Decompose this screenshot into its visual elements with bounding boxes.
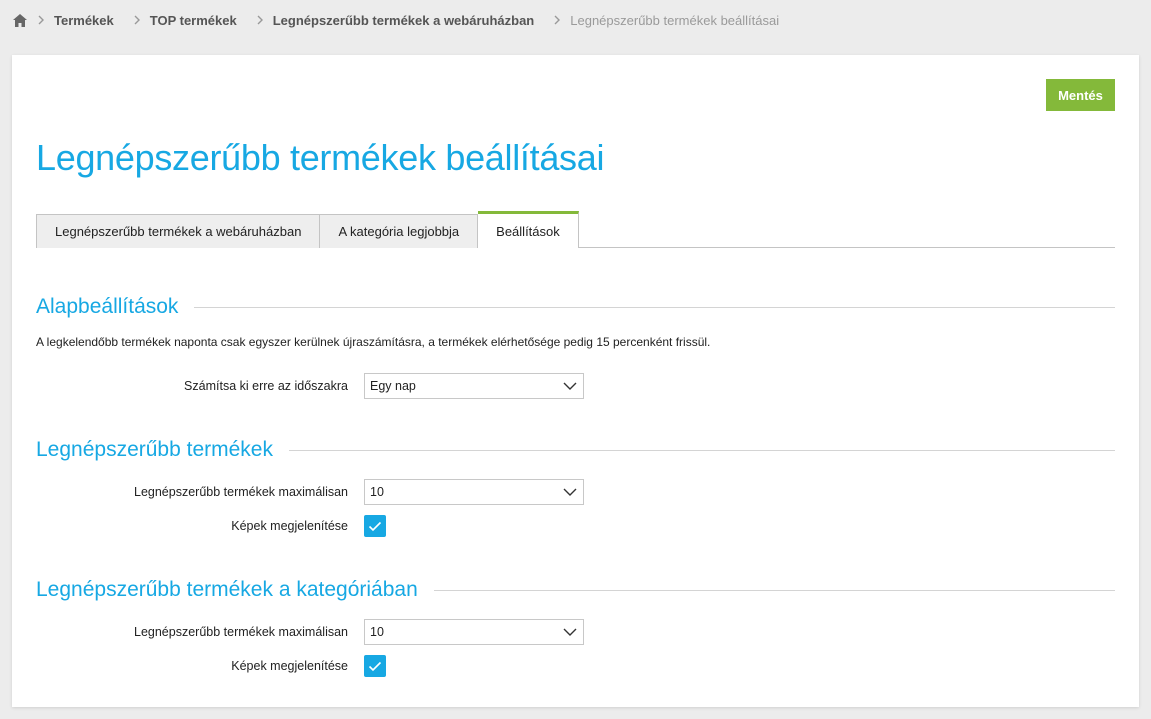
chevron-down-icon: [563, 485, 577, 499]
tab-popular-webshop[interactable]: Legnépszerűbb termékek a webáruházban: [36, 214, 321, 248]
chevron-right-icon: [247, 12, 273, 28]
category-images-label: Képek megjelenítése: [231, 659, 348, 673]
section-divider: [288, 449, 1115, 451]
popular-images-checkbox[interactable]: [364, 515, 386, 537]
section-divider: [194, 306, 1115, 308]
tab-settings[interactable]: Beállítások: [478, 211, 579, 248]
category-max-select[interactable]: 10: [364, 619, 584, 645]
breadcrumb-current: Legnépszerűbb termékek beállításai: [570, 12, 780, 28]
period-select-value: Egy nap: [370, 379, 416, 393]
category-max-row: Legnépszerűbb termékek maximálisan 10: [36, 619, 636, 645]
chevron-down-icon: [563, 625, 577, 639]
period-row: Számítsa ki erre az időszakra Egy nap: [36, 373, 636, 399]
home-icon[interactable]: [12, 12, 28, 28]
category-images-row: Képek megjelenítése: [36, 653, 636, 679]
period-label: Számítsa ki erre az időszakra: [184, 379, 348, 393]
tab-category-best[interactable]: A kategória legjobbja: [320, 214, 479, 248]
breadcrumb-link-products[interactable]: Termékek: [54, 13, 114, 28]
save-button[interactable]: Mentés: [1046, 79, 1115, 111]
chevron-right-icon: [124, 12, 150, 28]
period-select[interactable]: Egy nap: [364, 373, 584, 399]
section-category-title: Legnépszerűbb termékek a kategóriában: [36, 578, 418, 601]
info-note: A legkelendőbb termékek naponta csak egy…: [36, 335, 711, 349]
section-basic-header: Alapbeállítások: [36, 295, 1115, 319]
popular-max-select[interactable]: 10: [364, 479, 584, 505]
popular-max-row: Legnépszerűbb termékek maximálisan 10: [36, 479, 636, 505]
category-max-select-value: 10: [370, 625, 384, 639]
checkmark-icon: [368, 661, 382, 671]
breadcrumb-link-top-products[interactable]: TOP termékek: [150, 13, 237, 28]
popular-images-row: Képek megjelenítése: [36, 513, 636, 539]
chevron-down-icon: [563, 379, 577, 393]
section-divider: [433, 589, 1115, 591]
checkmark-icon: [368, 521, 382, 531]
section-popular-title: Legnépszerűbb termékek: [36, 438, 273, 461]
category-images-checkbox[interactable]: [364, 655, 386, 677]
breadcrumb: Termékek TOP termékek Legnépszerűbb term…: [12, 0, 779, 40]
chevron-right-icon: [544, 12, 570, 28]
tab-bar: Legnépszerűbb termékek a webáruházban A …: [36, 211, 1115, 248]
section-popular-header: Legnépszerűbb termékek: [36, 438, 1115, 462]
chevron-right-icon: [28, 12, 54, 28]
popular-images-label: Képek megjelenítése: [231, 519, 348, 533]
page-title: Legnépszerűbb termékek beállításai: [36, 137, 605, 178]
popular-max-select-value: 10: [370, 485, 384, 499]
section-category-header: Legnépszerűbb termékek a kategóriában: [36, 578, 1115, 602]
breadcrumb-link-popular-webshop[interactable]: Legnépszerűbb termékek a webáruházban: [273, 13, 535, 28]
section-basic-title: Alapbeállítások: [36, 295, 179, 318]
popular-max-label: Legnépszerűbb termékek maximálisan: [134, 485, 348, 499]
settings-card: Mentés Legnépszerűbb termékek beállítása…: [12, 55, 1139, 707]
category-max-label: Legnépszerűbb termékek maximálisan: [134, 625, 348, 639]
